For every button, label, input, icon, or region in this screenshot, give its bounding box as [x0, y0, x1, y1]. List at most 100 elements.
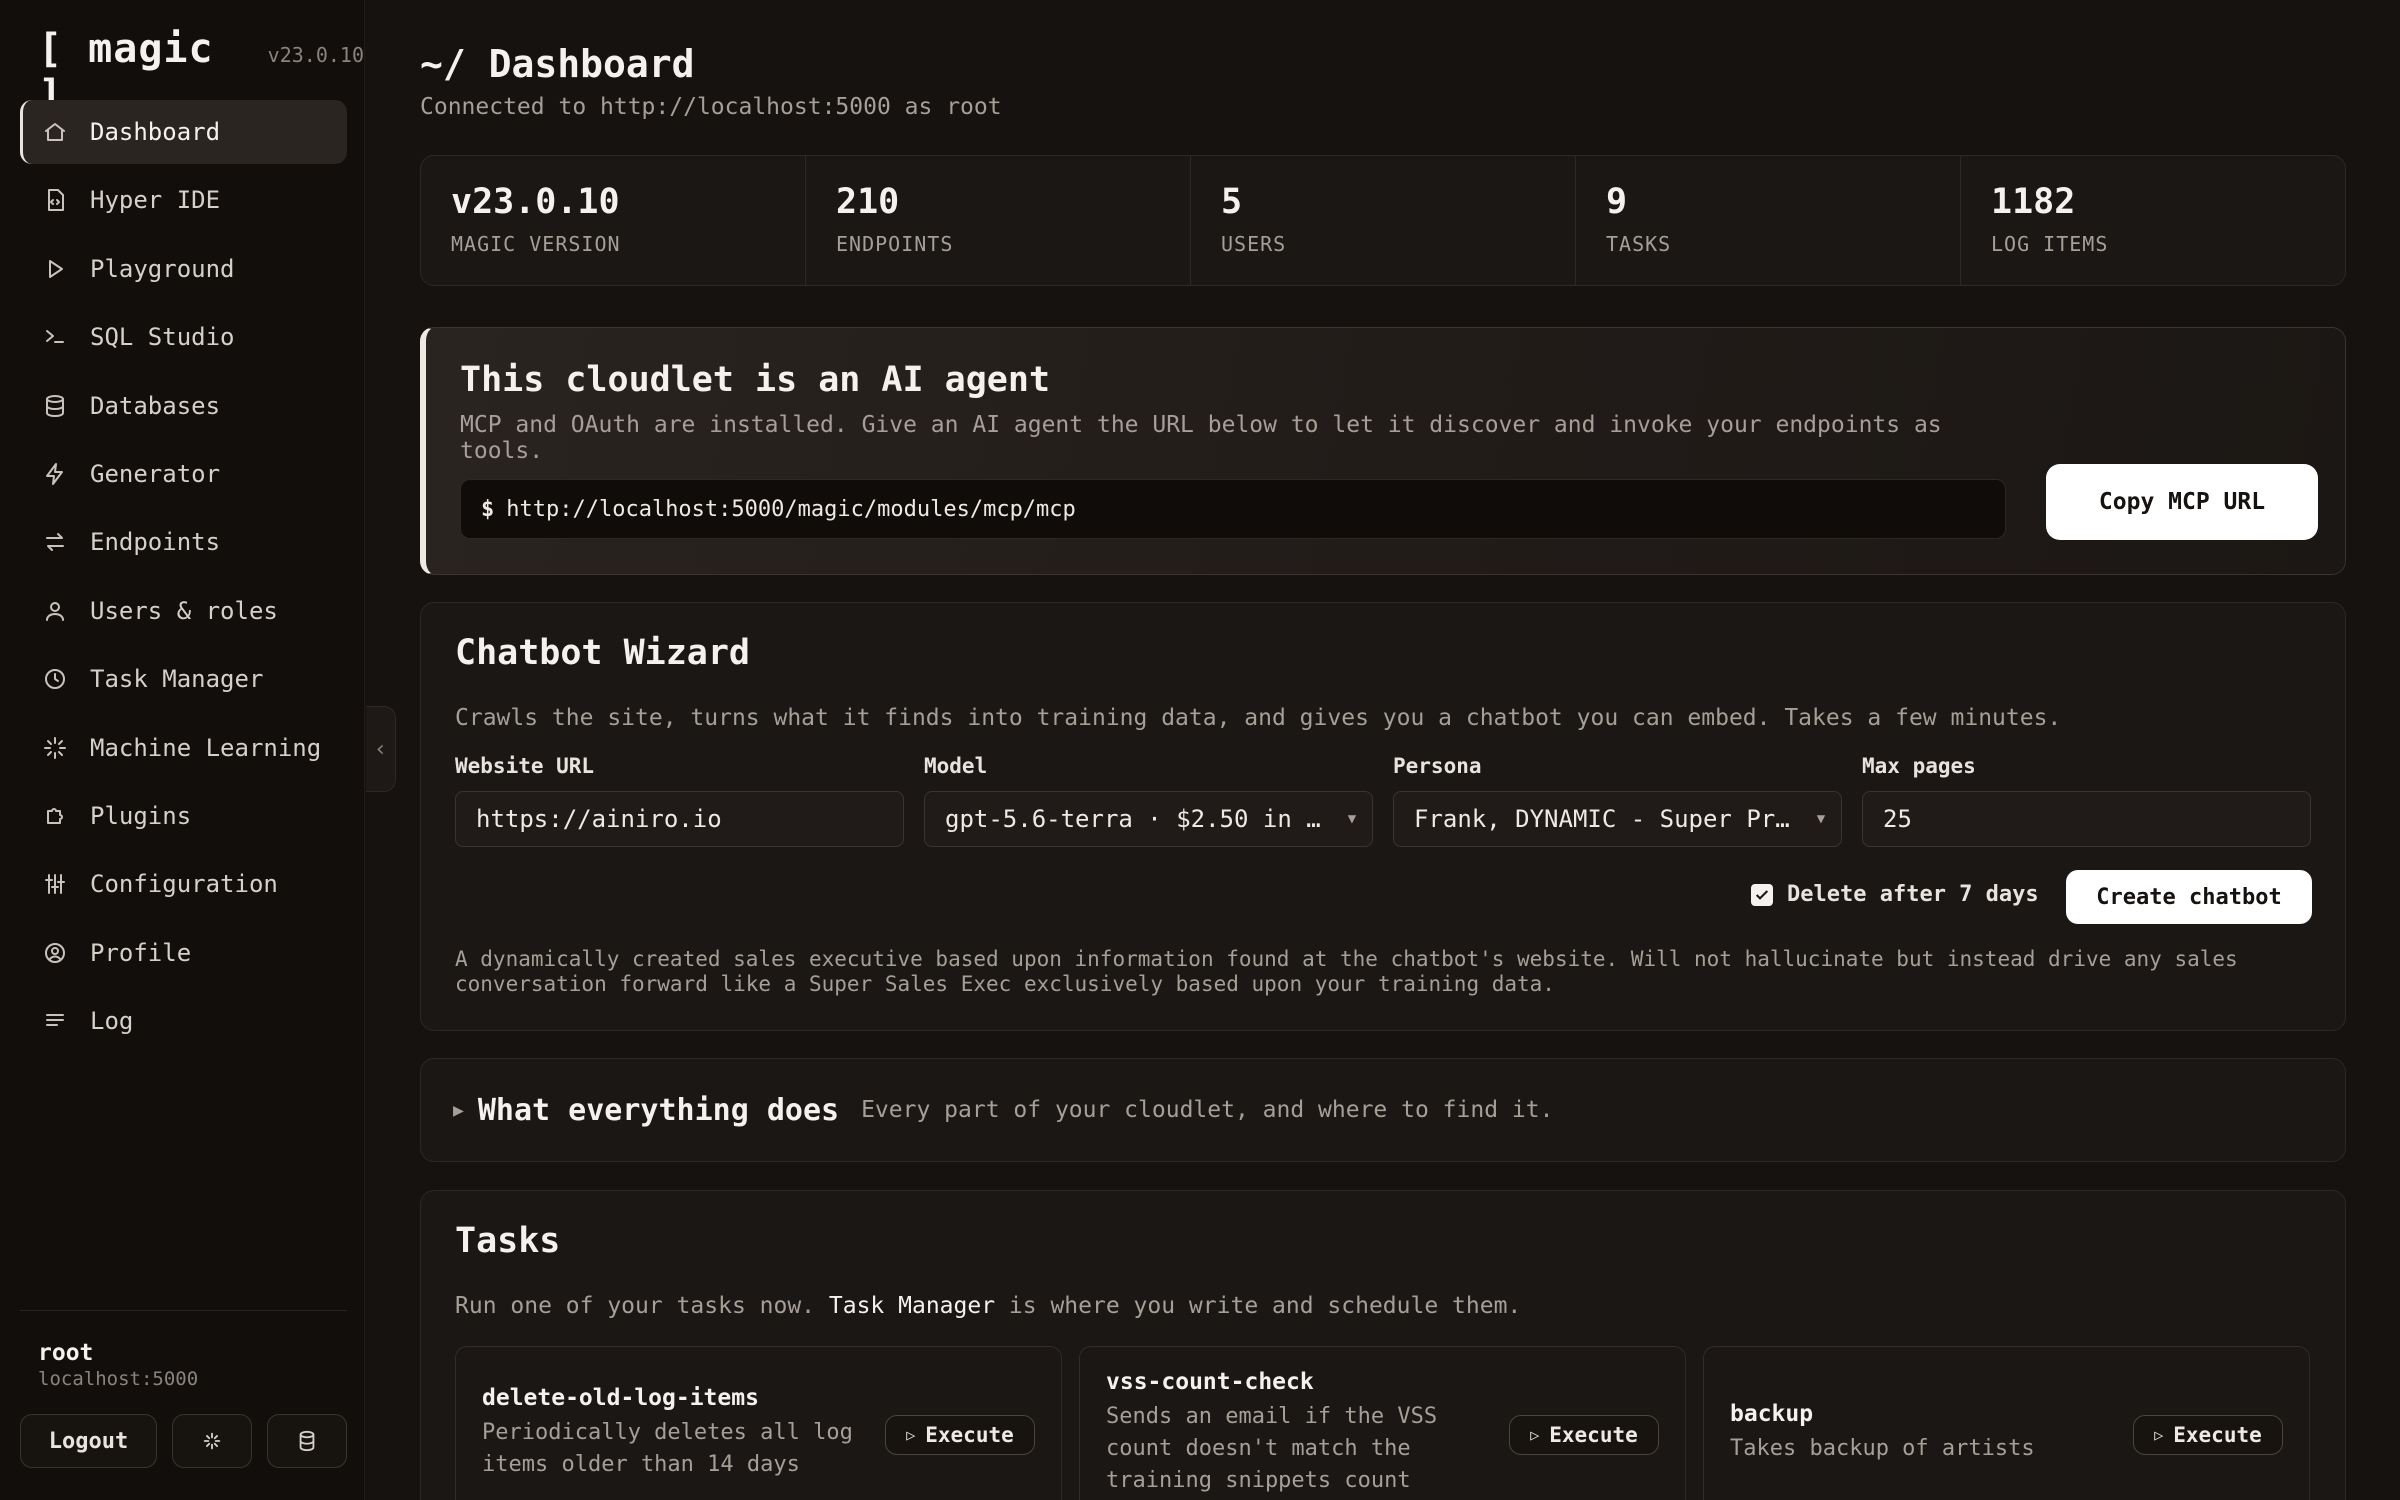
stat-label: LOG ITEMS	[1991, 232, 2109, 256]
clock-icon	[42, 666, 68, 692]
persona-value: Frank, DYNAMIC - Super Pr…	[1414, 805, 1790, 833]
stat-endpoints: 210 ENDPOINTS	[806, 156, 1191, 285]
sidebar-nav: Dashboard Hyper IDE Playground SQL Studi…	[20, 100, 347, 1057]
task-description: Takes backup of artists	[1730, 1436, 2035, 1461]
arrows-swap-icon	[42, 529, 68, 555]
mcp-url-text: http://localhost:5000/magic/modules/mcp/…	[506, 496, 1076, 522]
stat-value: v23.0.10	[451, 182, 620, 222]
stat-value: 5	[1221, 182, 1243, 222]
sidebar-item-configuration[interactable]: Configuration	[20, 852, 347, 916]
stat-label: TASKS	[1606, 232, 1672, 256]
model-select[interactable]: gpt-5.6-terra · $2.50 in … ▼	[924, 791, 1373, 847]
website-url-input[interactable]: https://ainiro.io	[455, 791, 904, 847]
what-everything-does-title: What everything does	[477, 1092, 840, 1128]
caret-right-icon: ▶	[453, 1099, 464, 1121]
stat-value: 9	[1606, 182, 1628, 222]
ai-agent-description: MCP and OAuth are installed. Give an AI …	[460, 412, 1942, 464]
lightning-icon	[42, 461, 68, 487]
terminal-icon	[42, 324, 68, 350]
sidebar-item-databases[interactable]: Databases	[20, 374, 347, 438]
execute-button[interactable]: ▷ Execute	[1509, 1415, 1659, 1455]
sidebar-collapse-toggle[interactable]: ‹	[366, 706, 396, 792]
delete-after-checkbox[interactable]	[1751, 883, 1773, 906]
sidebar-item-generator[interactable]: Generator	[20, 442, 347, 506]
sidebar-item-machine-learning[interactable]: Machine Learning	[20, 716, 347, 780]
task-description: Periodically deletes all log items older…	[482, 1420, 853, 1477]
website-url-label: Website URL	[455, 754, 595, 778]
sidebar-item-label: Endpoints	[90, 528, 221, 557]
task-card: delete-old-log-items Periodically delete…	[455, 1346, 1062, 1500]
task-name: backup	[1730, 1401, 1814, 1427]
page-subtitle: Connected to http://localhost:5000 as ro…	[420, 94, 1002, 120]
website-url-value: https://ainiro.io	[476, 805, 722, 833]
play-icon: ▷	[1530, 1426, 1540, 1444]
brand-version: v23.0.10	[267, 43, 364, 67]
task-card: vss-count-check Sends an email if the VS…	[1079, 1346, 1686, 1500]
database-icon	[299, 1430, 315, 1452]
sidebar-item-label: Dashboard	[90, 118, 221, 146]
tasks-description: Run one of your tasks now. Task Manager …	[455, 1293, 1521, 1319]
chatbot-wizard-title: Chatbot Wizard	[455, 633, 751, 673]
stat-label: USERS	[1221, 232, 1287, 256]
home-icon	[42, 119, 68, 145]
stat-label: ENDPOINTS	[836, 232, 954, 256]
max-pages-value: 25	[1883, 805, 1912, 833]
what-everything-does-disclosure[interactable]: ▶ What everything does Every part of you…	[420, 1058, 2346, 1162]
delete-after-row: Delete after 7 days	[1751, 882, 2039, 907]
create-chatbot-button[interactable]: Create chatbot	[2066, 870, 2312, 924]
persona-label: Persona	[1393, 754, 1482, 778]
model-label: Model	[924, 754, 988, 778]
lines-icon	[42, 1008, 68, 1034]
sparkle-icon	[203, 1432, 221, 1450]
model-value: gpt-5.6-terra · $2.50 in …	[945, 805, 1321, 833]
sidebar-item-label: Configuration	[90, 870, 278, 899]
stat-tasks: 9 TASKS	[1576, 156, 1961, 285]
sidebar-item-label: Profile	[90, 938, 192, 967]
sidebar: [ magic ] v23.0.10 Dashboard Hyper IDE P…	[0, 0, 365, 1500]
puzzle-icon	[42, 803, 68, 829]
sliders-icon	[42, 871, 68, 897]
page-title: ~/ Dashboard	[420, 42, 695, 86]
copy-mcp-url-button[interactable]: Copy MCP URL	[2046, 464, 2318, 540]
sidebar-item-endpoints[interactable]: Endpoints	[20, 510, 347, 574]
sidebar-item-hyper-ide[interactable]: Hyper IDE	[20, 168, 347, 232]
prompt-symbol: $	[481, 496, 495, 522]
sidebar-item-log[interactable]: Log	[20, 989, 347, 1053]
logout-button[interactable]: Logout	[20, 1414, 157, 1468]
tasks-desc-before: Run one of your tasks now.	[455, 1293, 816, 1319]
ai-agent-card: This cloudlet is an AI agent MCP and OAu…	[420, 327, 2346, 575]
sidebar-item-label: SQL Studio	[90, 323, 235, 352]
theme-button[interactable]	[172, 1414, 252, 1468]
chatbot-wizard-description: Crawls the site, turns what it finds int…	[455, 705, 2062, 731]
execute-button[interactable]: ▷ Execute	[2133, 1415, 2283, 1455]
max-pages-label: Max pages	[1862, 754, 1976, 778]
task-description: Sends an email if the VSS count doesn't …	[1106, 1404, 1438, 1493]
task-name: delete-old-log-items	[482, 1385, 759, 1411]
task-manager-link[interactable]: Task Manager	[829, 1293, 995, 1319]
stat-magic-version: v23.0.10 MAGIC VERSION	[421, 156, 806, 285]
tasks-title: Tasks	[455, 1221, 561, 1261]
tasks-card: Tasks Run one of your tasks now. Task Ma…	[420, 1190, 2346, 1500]
database-button[interactable]	[267, 1414, 347, 1468]
sidebar-item-playground[interactable]: Playground	[20, 237, 347, 301]
persona-select[interactable]: Frank, DYNAMIC - Super Pr… ▼	[1393, 791, 1842, 847]
play-icon: ▷	[2154, 1426, 2164, 1444]
max-pages-input[interactable]: 25	[1862, 791, 2311, 847]
sidebar-item-task-manager[interactable]: Task Manager	[20, 647, 347, 711]
sidebar-item-label: Machine Learning	[90, 733, 322, 762]
sidebar-item-sql-studio[interactable]: SQL Studio	[20, 305, 347, 369]
sidebar-item-profile[interactable]: Profile	[20, 921, 347, 985]
sidebar-item-users-roles[interactable]: Users & roles	[20, 579, 347, 643]
file-code-icon	[42, 187, 68, 213]
play-icon	[42, 256, 68, 282]
stat-value: 210	[836, 182, 900, 222]
execute-button[interactable]: ▷ Execute	[885, 1415, 1035, 1455]
user-name: root	[38, 1340, 94, 1366]
stat-log-items: 1182 LOG ITEMS	[1961, 156, 2345, 285]
execute-label: Execute	[925, 1423, 1014, 1447]
sidebar-item-plugins[interactable]: Plugins	[20, 784, 347, 848]
execute-label: Execute	[2173, 1423, 2262, 1447]
sidebar-item-label: Databases	[90, 391, 221, 420]
sidebar-item-dashboard[interactable]: Dashboard	[20, 100, 347, 164]
mcp-url-field[interactable]: $ http://localhost:5000/magic/modules/mc…	[460, 479, 2006, 539]
